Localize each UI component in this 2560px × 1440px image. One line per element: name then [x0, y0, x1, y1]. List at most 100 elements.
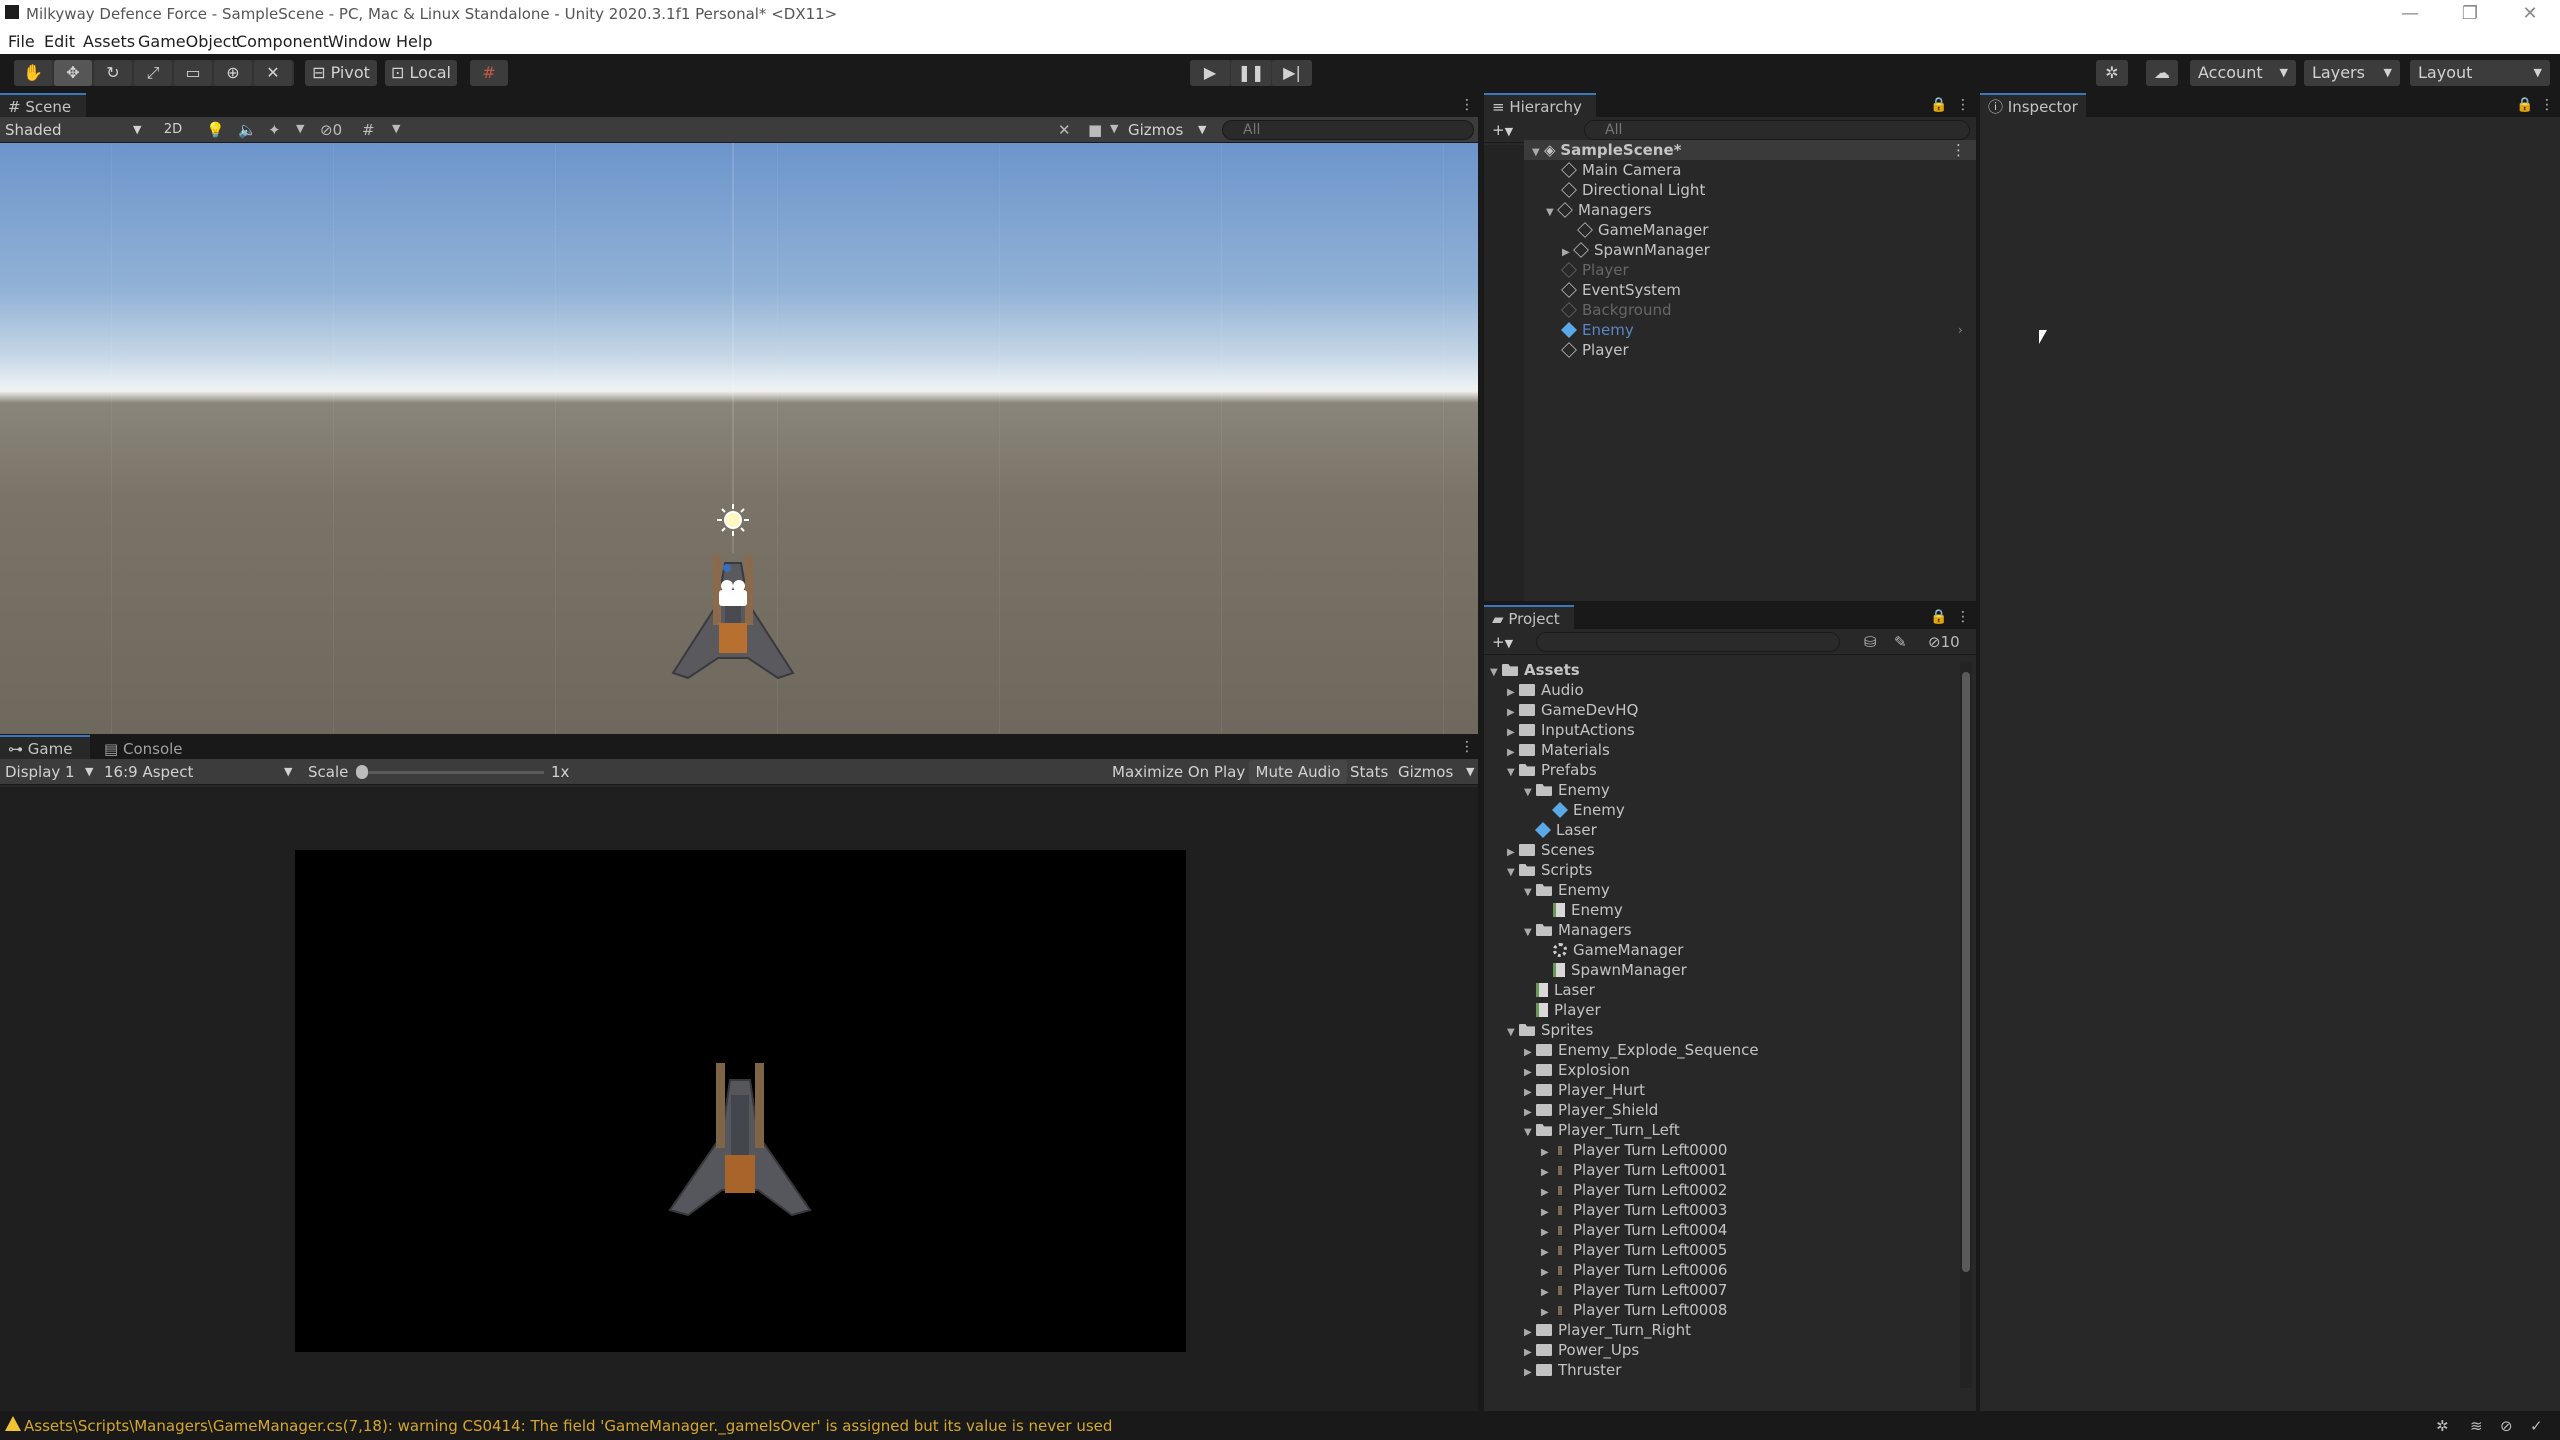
chevron-down-icon[interactable]: ▼: [1110, 122, 1118, 135]
mute-audio-toggle[interactable]: Mute Audio: [1249, 760, 1347, 784]
cloud-icon[interactable]: ☁: [2146, 60, 2178, 86]
inspector-menu-icon[interactable]: ⋮: [2540, 97, 2554, 113]
hierarchy-item-eventsystem[interactable]: EventSystem: [1561, 280, 1681, 300]
project-item-power-ups[interactable]: ▶ Power_Ups: [1524, 1340, 1639, 1360]
hierarchy-item-directional-light[interactable]: Directional Light: [1561, 180, 1705, 200]
scale-slider-handle[interactable]: [356, 765, 368, 779]
move-tool-icon[interactable]: ✥: [54, 60, 92, 86]
hierarchy-item-background[interactable]: Background: [1561, 300, 1672, 320]
project-item-sprite-0006[interactable]: ▶ Player Turn Left0006: [1541, 1260, 1727, 1280]
project-item-inputactions[interactable]: ▶ InputActions: [1507, 720, 1635, 740]
pause-button-icon[interactable]: ❚❚: [1231, 60, 1271, 86]
hand-tool-icon[interactable]: ✋: [14, 60, 52, 86]
filter-type-icon[interactable]: ⛁: [1864, 633, 1877, 651]
project-item-gamedevhq[interactable]: ▶ GameDevHQ: [1507, 700, 1638, 720]
menu-component[interactable]: Component: [236, 32, 329, 51]
project-item-audio[interactable]: ▶ Audio: [1507, 680, 1584, 700]
project-item-sprite-0008[interactable]: ▶ Player Turn Left0008: [1541, 1300, 1727, 1320]
tab-hierarchy[interactable]: ≡ Hierarchy: [1484, 93, 1596, 117]
project-item-thruster[interactable]: ▶ Thruster: [1524, 1360, 1621, 1380]
debug-icon[interactable]: ✲: [2436, 1417, 2449, 1435]
project-item-sprite-0005[interactable]: ▶ Player Turn Left0005: [1541, 1240, 1727, 1260]
lock-icon[interactable]: 🔒: [2516, 97, 2533, 113]
project-item-explosion[interactable]: ▶ Explosion: [1524, 1060, 1630, 1080]
game-gizmos-dropdown[interactable]: Gizmos ▼: [1398, 763, 1478, 781]
menu-edit[interactable]: Edit: [44, 32, 75, 51]
project-item-materials[interactable]: ▶ Materials: [1507, 740, 1610, 760]
game-viewport[interactable]: [0, 787, 1478, 1411]
project-item-sprite-0001[interactable]: ▶ Player Turn Left0001: [1541, 1160, 1727, 1180]
menu-help[interactable]: Help: [396, 32, 432, 51]
scene-row[interactable]: ▼ ◈ SampleScene* ⋮: [1524, 140, 1976, 160]
game-canvas[interactable]: [295, 850, 1186, 1352]
grid-snap-icon[interactable]: #: [470, 60, 508, 86]
local-toggle[interactable]: ⊡ Local: [385, 60, 457, 86]
rect-tool-icon[interactable]: ▭: [174, 60, 212, 86]
hierarchy-item-main-camera[interactable]: Main Camera: [1561, 160, 1681, 180]
project-item-script-player[interactable]: Player: [1524, 1000, 1601, 1020]
project-item-enemy-explode-sequence[interactable]: ▶ Enemy_Explode_Sequence: [1524, 1040, 1759, 1060]
project-item-scenes[interactable]: ▶ Scenes: [1507, 840, 1595, 860]
project-item-scripts[interactable]: ▼ Scripts: [1507, 860, 1592, 880]
project-item-script-laser[interactable]: Laser: [1524, 980, 1595, 1000]
layout-dropdown[interactable]: Layout ▼: [2410, 60, 2550, 86]
check-icon[interactable]: ✓: [2530, 1417, 2543, 1435]
effects-icon[interactable]: ✦: [268, 121, 281, 139]
tab-project[interactable]: ▰ Project: [1484, 605, 1574, 629]
project-item-prefabs[interactable]: ▼ Prefabs: [1507, 760, 1597, 780]
tab-scene[interactable]: # Scene: [0, 93, 86, 117]
project-item-scripts-enemy[interactable]: ▼ Enemy: [1524, 880, 1610, 900]
auto-generate-lighting-icon[interactable]: ⊘: [2500, 1417, 2513, 1435]
transform-tool-icon[interactable]: ⊕: [214, 60, 252, 86]
project-search-input[interactable]: [1536, 632, 1840, 652]
hierarchy-item-player-disabled[interactable]: Player: [1561, 260, 1629, 280]
chevron-right-icon[interactable]: ›: [1958, 320, 1963, 340]
hidden-packages-icon[interactable]: ⊘10: [1928, 633, 1960, 651]
collab-icon[interactable]: ✲: [2096, 60, 2128, 86]
lock-icon[interactable]: 🔒: [1930, 97, 1947, 113]
hierarchy-item-spawnmanager[interactable]: ▶ SpawnManager: [1562, 240, 1710, 260]
tools-icon[interactable]: ✕: [1058, 121, 1071, 139]
project-item-sprite-0007[interactable]: ▶ Player Turn Left0007: [1541, 1280, 1727, 1300]
project-item-prefab-laser[interactable]: Laser: [1524, 820, 1597, 840]
project-scrollbar-track[interactable]: [1960, 662, 1972, 1388]
hierarchy-item-gamemanager[interactable]: GameManager: [1577, 220, 1708, 240]
lighting-icon[interactable]: 💡: [206, 121, 225, 139]
hierarchy-item-managers[interactable]: ▼ Managers: [1546, 200, 1652, 220]
tab-game[interactable]: ⊶ Game: [0, 735, 90, 759]
scene-viewport[interactable]: [0, 143, 1478, 734]
hierarchy-item-player[interactable]: Player: [1561, 340, 1629, 360]
console-warning-message[interactable]: Assets\Scripts\Managers\GameManager.cs(7…: [24, 1417, 1112, 1435]
project-create-dropdown[interactable]: +▼: [1492, 633, 1513, 651]
project-item-script-gamemanager[interactable]: GameManager: [1541, 940, 1683, 960]
project-item-script-enemy[interactable]: Enemy: [1541, 900, 1623, 920]
project-item-prefabs-enemy[interactable]: ▼ Enemy: [1524, 780, 1610, 800]
play-button-icon[interactable]: ▶: [1190, 60, 1230, 86]
project-item-player-hurt[interactable]: ▶ Player_Hurt: [1524, 1080, 1645, 1100]
project-item-sprites[interactable]: ▼ Sprites: [1507, 1020, 1593, 1040]
scene-menu-icon[interactable]: ⋮: [1460, 97, 1474, 113]
tab-console[interactable]: ▤ Console: [96, 735, 196, 759]
grid-toggle-icon[interactable]: #: [362, 121, 375, 139]
menu-window[interactable]: Window: [328, 32, 391, 51]
menu-file[interactable]: File: [8, 32, 35, 51]
close-button[interactable]: ✕: [2500, 2, 2560, 26]
project-item-player-shield[interactable]: ▶ Player_Shield: [1524, 1100, 1658, 1120]
account-dropdown[interactable]: Account ▼: [2190, 60, 2296, 86]
scale-slider-track[interactable]: [360, 771, 544, 774]
hierarchy-item-enemy[interactable]: Enemy: [1561, 320, 1634, 340]
chevron-down-icon[interactable]: ▼: [296, 122, 304, 135]
project-scrollbar-thumb[interactable]: [1962, 672, 1970, 1272]
scene-search-input[interactable]: All: [1222, 120, 1474, 140]
project-item-sprite-0003[interactable]: ▶ Player Turn Left0003: [1541, 1200, 1727, 1220]
chevron-down-icon[interactable]: ▼: [392, 122, 400, 135]
audio-icon[interactable]: 🔈: [238, 121, 257, 139]
layers-dropdown[interactable]: Layers ▼: [2304, 60, 2400, 86]
project-item-player-turn-left[interactable]: ▼ Player_Turn_Left: [1524, 1120, 1680, 1140]
stats-toggle[interactable]: Stats: [1350, 763, 1388, 781]
hierarchy-search-input[interactable]: All: [1584, 120, 1970, 140]
game-menu-icon[interactable]: ⋮: [1460, 739, 1474, 755]
progress-icon[interactable]: ≋: [2470, 1417, 2483, 1435]
project-item-scripts-managers[interactable]: ▼ Managers: [1524, 920, 1632, 940]
lock-icon[interactable]: 🔒: [1930, 609, 1947, 625]
